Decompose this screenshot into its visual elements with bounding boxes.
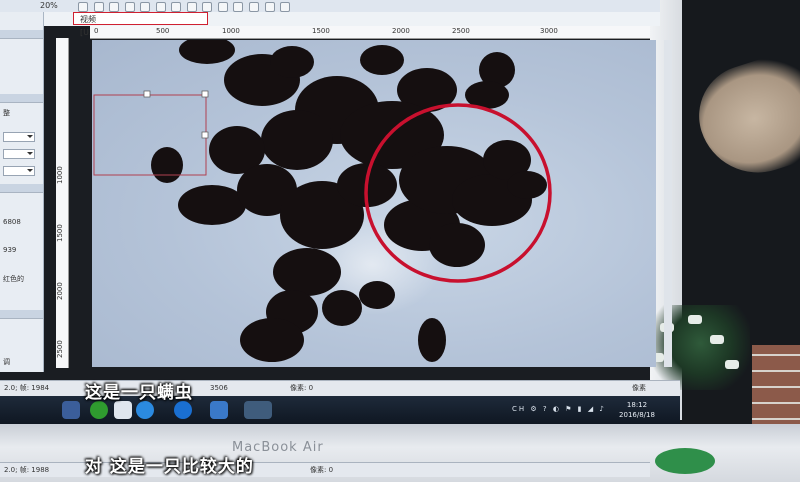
panel-tab-label[interactable]: 调 (3, 357, 10, 367)
panel-section-header[interactable] (0, 30, 43, 39)
ruler-label: 2500 (452, 27, 470, 35)
selection-handle[interactable] (143, 90, 151, 98)
status-pixels: 像素: 0 (310, 466, 334, 474)
tool-text-icon[interactable] (155, 2, 166, 12)
clock-time: 18:12 (626, 401, 648, 409)
microscope-app-icon[interactable] (244, 401, 272, 419)
green-object (655, 448, 715, 474)
tool-grid-icon[interactable] (249, 2, 260, 12)
input-language[interactable]: CH (512, 405, 526, 413)
selection-handle[interactable] (201, 131, 209, 139)
status-coordinate: 3506 (210, 384, 228, 392)
status-frame: 2.0; 帧: 1988 (4, 466, 50, 474)
panel-section-header[interactable] (0, 184, 43, 193)
status-pixel-label: 像素 (632, 384, 646, 392)
panel-dropdown[interactable] (3, 149, 35, 159)
tool-line-icon[interactable] (109, 2, 120, 12)
subtitle-line-2: 对 这是一只比较大的 (85, 457, 254, 477)
ruler-label: 500 (156, 27, 170, 35)
panel-label: 整 (3, 109, 10, 117)
mite-specimen-image (93, 40, 552, 362)
tool-curve-icon[interactable] (202, 2, 213, 12)
plant-reflection (640, 305, 750, 390)
tool-angle-icon[interactable] (171, 2, 182, 12)
clock-date: 2016/8/18 (619, 411, 655, 419)
subtitle-line-1: 这是一只螨虫 (85, 383, 193, 403)
ruler-label: 1500 (312, 27, 330, 35)
vertical-ruler: 1000 1500 2000 2500 (56, 38, 69, 368)
wechat-icon[interactable] (90, 401, 108, 419)
app-icon[interactable] (62, 401, 80, 419)
taskbar-clock[interactable]: 18:12 2016/8/18 (612, 400, 662, 420)
tool-arrow-icon[interactable] (78, 2, 88, 12)
tool-settings-icon[interactable] (280, 2, 291, 12)
ruler-label: 1500 (56, 224, 64, 242)
panel-value: 939 (3, 246, 17, 254)
panel-dropdown[interactable] (3, 132, 35, 142)
tool-ellipse-icon[interactable] (140, 2, 151, 12)
ruler-label: 2000 (56, 282, 64, 300)
zoom-level[interactable]: 20% (40, 0, 58, 12)
panel-value: 6808 (3, 218, 21, 226)
ruler-label: 2500 (56, 340, 64, 358)
left-panel: 整 6808 939 红色的 调 (0, 12, 44, 372)
image-viewport[interactable] (92, 40, 656, 367)
camera-frame: 20% 整 6808 939 红色的 调 视频 0 500 1000 1500 … (0, 0, 800, 482)
tab-video[interactable]: 视频 [U3CMOS16000KPB(USB2.0)] (73, 12, 208, 37)
status-frame: 2.0; 帧: 1984 (4, 384, 50, 392)
selection-handle[interactable] (201, 90, 209, 98)
video-player-icon[interactable] (174, 401, 192, 419)
media-player-icon[interactable] (136, 401, 154, 419)
tool-measure-icon[interactable] (233, 2, 244, 12)
ruler-label: 1000 (56, 166, 64, 184)
ruler-label: 3000 (540, 27, 558, 35)
tool-color-icon[interactable] (264, 2, 275, 12)
tool-polygon-icon[interactable] (186, 2, 197, 12)
file-icon[interactable] (114, 401, 132, 419)
specimen-blobs (151, 40, 547, 362)
ruler-label: 0 (94, 27, 99, 35)
ruler-label: 2000 (392, 27, 410, 35)
bird-app-icon[interactable] (210, 401, 228, 419)
panel-dropdown[interactable] (3, 166, 35, 176)
tool-rect-icon[interactable] (124, 2, 135, 12)
ruler-label: 1000 (222, 27, 240, 35)
system-tray: CH ⚙ ? ◐ ⚑ ▮ ◢ ♪ (512, 405, 606, 413)
tool-circle-icon[interactable] (217, 2, 228, 12)
panel-label: 红色的 (3, 275, 24, 283)
vertical-scrollbar[interactable] (664, 40, 672, 367)
tool-pointer-icon[interactable] (93, 2, 104, 12)
panel-section-header[interactable] (0, 310, 43, 319)
panel-section-header[interactable] (0, 94, 43, 103)
horizontal-ruler: 0 500 1000 1500 2000 2500 3000 (90, 26, 650, 39)
status-pixels: 像素: 0 (290, 384, 314, 392)
selection-rectangle[interactable] (93, 94, 207, 176)
